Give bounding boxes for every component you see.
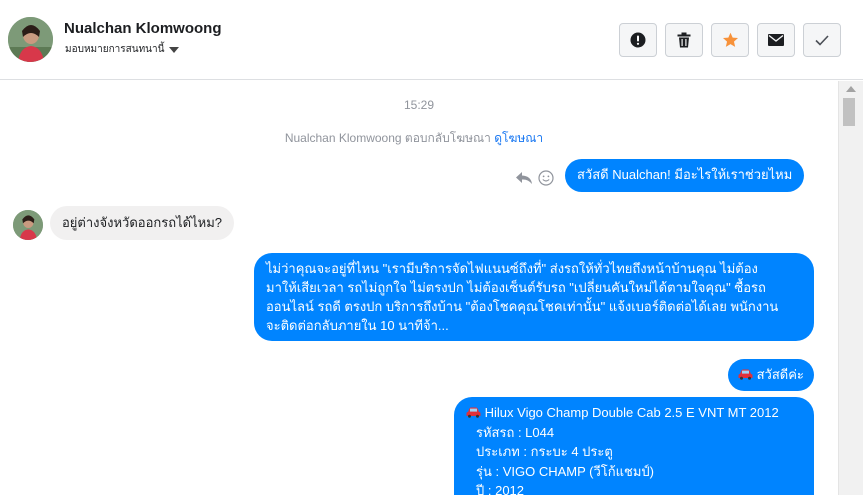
message-bubble-incoming[interactable]: อยู่ต่างจังหวัดออกรถได้ไหม? xyxy=(50,206,235,240)
scrollbar-thumb[interactable] xyxy=(843,98,855,126)
assign-label: มอบหมายการสนทนานี้ xyxy=(65,44,165,55)
view-ad-link[interactable]: ดูโฆษณา xyxy=(494,131,543,145)
star-button[interactable] xyxy=(711,23,749,57)
message-thread: 15:29 Nualchan Klomwoong ตอบกลับโฆษณา ดู… xyxy=(0,81,838,495)
contact-avatar-small xyxy=(13,210,43,240)
message-text: สวัสดี Nualchan! มีอะไรให้เราช่วยไหม xyxy=(577,167,793,182)
mark-spam-button[interactable] xyxy=(619,23,657,57)
alert-icon xyxy=(630,32,646,48)
check-icon xyxy=(815,34,829,46)
conversation-header: Nualchan Klomwoong มอบหมายการสนทนานี้ xyxy=(0,0,863,80)
car-year: ปี : 2012 xyxy=(476,483,525,495)
message-line: จะติดต่อกลับภายใน 10 นาทีจ้า... xyxy=(266,318,449,333)
mark-unread-button[interactable] xyxy=(757,23,795,57)
message-text: สวัสดีค่ะ xyxy=(756,367,804,382)
scroll-up-arrow-icon[interactable] xyxy=(846,86,856,92)
caret-down-icon xyxy=(169,46,180,53)
trash-icon xyxy=(677,32,691,48)
message-line: ไม่ว่าคุณจะอยู่ที่ไหน "เรามีบริการจัดไฟแ… xyxy=(266,261,758,276)
message-bubble-outgoing[interactable]: สวัสดี Nualchan! มีอะไรให้เราช่วยไหม xyxy=(565,159,805,192)
contact-avatar[interactable] xyxy=(8,17,53,62)
avatar-photo xyxy=(13,210,43,240)
mail-icon xyxy=(768,34,784,46)
emoji-react-icon[interactable] xyxy=(538,170,554,186)
car-title: Hilux Vigo Champ Double Cab 2.5 E VNT MT… xyxy=(484,405,779,420)
message-bubble-outgoing-long[interactable]: ไม่ว่าคุณจะอยู่ที่ไหน "เรามีบริการจัดไฟแ… xyxy=(254,253,814,341)
vertical-scrollbar[interactable] xyxy=(838,81,863,495)
message-line: มาให้เสียเวลา รถไม่ถูกใจ ไม่ตรงปก ไม่ต้อ… xyxy=(266,280,766,295)
assign-conversation-dropdown[interactable]: มอบหมายการสนทนานี้ xyxy=(65,42,180,57)
star-icon xyxy=(722,32,738,47)
car-model: รุ่น : VIGO CHAMP (วีโก้แชมป์) xyxy=(476,463,654,479)
car-code: รหัสรถ : L044 xyxy=(476,424,555,440)
message-bubble-outgoing[interactable]: สวัสดีค่ะ xyxy=(728,359,814,391)
message-text: อยู่ต่างจังหวัดออกรถได้ไหม? xyxy=(62,215,223,230)
message-hover-actions xyxy=(515,170,554,186)
avatar-photo xyxy=(8,17,53,62)
delete-button[interactable] xyxy=(665,23,703,57)
contact-name: Nualchan Klomwoong xyxy=(64,20,222,37)
car-listing-title-row: Hilux Vigo Champ Double Cab 2.5 E VNT MT… xyxy=(466,403,802,423)
message-timestamp: 15:29 xyxy=(403,98,435,112)
car-emoji-icon xyxy=(466,405,485,420)
ad-reply-notice: Nualchan Klomwoong ตอบกลับโฆษณา ดูโฆษณา xyxy=(0,129,828,148)
car-emoji-icon xyxy=(738,367,757,382)
reply-icon[interactable] xyxy=(515,171,533,185)
ad-reply-text: Nualchan Klomwoong ตอบกลับโฆษณา xyxy=(284,131,491,145)
message-line: ออนไลน์ รถดี ตรงปก บริการถึงบ้าน "ต้องโช… xyxy=(266,299,779,314)
mark-done-button[interactable] xyxy=(803,23,841,57)
car-listing-card[interactable]: Hilux Vigo Champ Double Cab 2.5 E VNT MT… xyxy=(454,397,814,495)
action-toolbar xyxy=(619,23,841,57)
car-type: ประเภท : กระบะ 4 ประตู xyxy=(476,444,613,459)
